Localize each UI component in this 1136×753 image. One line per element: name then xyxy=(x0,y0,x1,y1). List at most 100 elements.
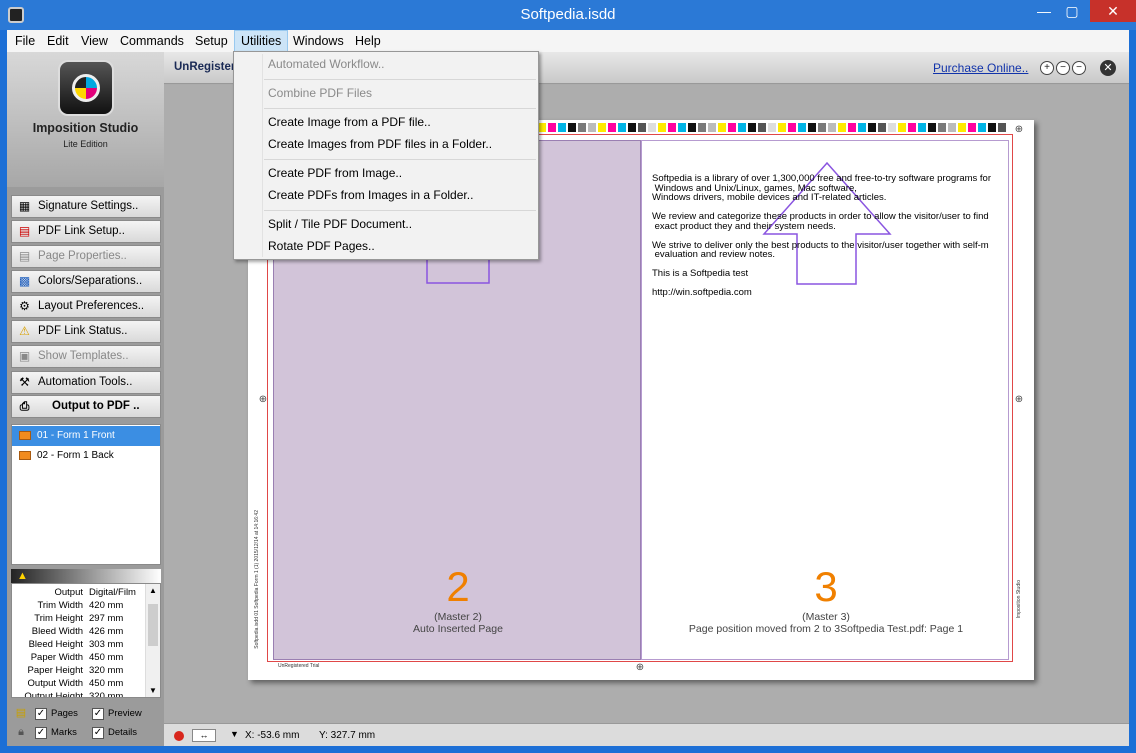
y-coordinate: Y: 327.7 mm xyxy=(319,730,376,741)
form-icon xyxy=(19,451,31,460)
details-checkbox[interactable]: ✓ Details xyxy=(92,726,137,740)
nav-label: Signature Settings.. xyxy=(38,200,139,212)
sheet-right-slug: Imposition Studio xyxy=(1016,580,1022,619)
info-row: Output Digital/Film xyxy=(54,587,136,598)
color-swatch xyxy=(908,123,916,132)
color-swatch xyxy=(958,123,966,132)
signature-settings-button[interactable]: ▦ Signature Settings.. xyxy=(11,195,161,218)
maximize-button[interactable]: ▢ xyxy=(1058,0,1086,22)
preview-checkbox[interactable]: ✓ Preview xyxy=(92,707,142,721)
create-pdf-from-image-item[interactable]: Create PDF from Image.. xyxy=(235,162,537,184)
pages-checkbox[interactable]: ✓ Pages xyxy=(35,707,78,721)
color-swatch xyxy=(788,123,796,132)
page-properties-button[interactable]: ▤ Page Properties.. xyxy=(11,245,161,268)
purchase-online-link[interactable]: Purchase Online.. xyxy=(933,61,1028,75)
combine-pdf-files-item[interactable]: Combine PDF Files xyxy=(235,82,537,104)
color-swatch xyxy=(758,123,766,132)
menu-setup[interactable]: Setup xyxy=(189,30,234,52)
pdf-link-status-button[interactable]: ⚠ PDF Link Status.. xyxy=(11,320,161,343)
split-tile-pdf-item[interactable]: Split / Tile PDF Document.. xyxy=(235,213,537,235)
menu-view[interactable]: View xyxy=(75,30,114,52)
color-swatch xyxy=(678,123,686,132)
menu-commands[interactable]: Commands xyxy=(114,30,190,52)
pdf-icon: ▤ xyxy=(18,224,31,238)
info-scrollbar[interactable]: ▲ ▼ xyxy=(145,584,160,697)
scroll-thumb[interactable] xyxy=(148,604,158,646)
menu-help[interactable]: Help xyxy=(349,30,387,52)
scroll-down-icon[interactable]: ▼ xyxy=(149,686,157,695)
close-document-icon[interactable]: ✕ xyxy=(1100,60,1116,76)
color-swatch xyxy=(998,123,1006,132)
rotate-pdf-pages-item[interactable]: Rotate PDF Pages.. xyxy=(235,235,537,257)
sheet-bottom-slug: UnRegistered Trial xyxy=(278,663,320,669)
notes-icon[interactable]: ▤ xyxy=(15,707,27,720)
create-image-from-pdf-item[interactable]: Create Image from a PDF file.. xyxy=(235,111,537,133)
show-templates-button[interactable]: ▣ Show Templates.. xyxy=(11,345,161,368)
color-swatch xyxy=(668,123,676,132)
close-window-button[interactable]: ✕ xyxy=(1090,0,1136,22)
client-area: Imposition Studio Lite Edition ▦ Signatu… xyxy=(7,52,1129,746)
registration-mark-icon: ⊕ xyxy=(1014,124,1024,135)
info-row: Output Width 450 mm xyxy=(27,678,124,689)
color-swatch xyxy=(558,123,566,132)
create-pdfs-from-images-item[interactable]: Create PDFs from Images in a Folder.. xyxy=(235,184,537,206)
pages-check[interactable]: ✓ xyxy=(35,708,47,720)
marks-label: Marks xyxy=(51,727,77,738)
scroll-up-icon[interactable]: ▲ xyxy=(149,586,157,595)
master-label: (Master 2) xyxy=(434,611,482,623)
info-row: Trim Width 420 mm xyxy=(37,600,124,611)
automated-workflow-item[interactable]: Automated Workflow.. xyxy=(235,53,537,75)
layout-preferences-button[interactable]: ⚙ Layout Preferences.. xyxy=(11,295,161,318)
nav-label: PDF Link Setup.. xyxy=(38,225,125,237)
color-swatch xyxy=(818,123,826,132)
color-swatch xyxy=(728,123,736,132)
logo-title: Imposition Studio xyxy=(32,121,139,135)
zoom-out-icon[interactable]: − xyxy=(1072,61,1086,75)
color-swatch xyxy=(708,123,716,132)
zoom-fit-icon[interactable]: − xyxy=(1056,61,1070,75)
output-to-pdf-button[interactable]: ⎙ Output to PDF .. xyxy=(11,395,161,418)
page-number: 2 xyxy=(446,563,470,610)
minimize-button[interactable]: — xyxy=(1030,0,1058,22)
page-3[interactable]: Softpedia is a library of over 1,300,000… xyxy=(641,140,1009,660)
form-item-02[interactable]: 02 - Form 1 Back xyxy=(12,446,160,466)
info-row: Paper Height 320 mm xyxy=(27,665,124,676)
color-swatch xyxy=(968,123,976,132)
menu-windows[interactable]: Windows xyxy=(287,30,350,52)
title-bar: Softpedia.isdd — ▢ ✕ xyxy=(0,0,1136,30)
lock-icon[interactable]: 🔒︎ xyxy=(15,726,27,739)
info-row: Bleed Height 303 mm xyxy=(28,639,124,650)
color-swatch xyxy=(638,123,646,132)
color-swatch xyxy=(588,123,596,132)
pan-tool-icon[interactable]: ↔ xyxy=(192,729,216,742)
status-bar: ↔ ▼ X: -53.6 mm Y: 327.7 mm xyxy=(164,723,1129,746)
pdf-link-setup-button[interactable]: ▤ PDF Link Setup.. xyxy=(11,220,161,243)
pages-label: Pages xyxy=(51,708,78,719)
create-images-from-folder-item[interactable]: Create Images from PDF files in a Folder… xyxy=(235,133,537,155)
marks-check[interactable]: ✓ xyxy=(35,727,47,739)
colors-separations-button[interactable]: ▩ Colors/Separations.. xyxy=(11,270,161,293)
marks-checkbox[interactable]: ✓ Marks xyxy=(35,726,77,740)
info-box: Output Digital/Film Trim Width 420 mm Trim… xyxy=(11,583,161,698)
automation-tools-button[interactable]: ⚒ Automation Tools.. xyxy=(11,371,161,394)
preview-check[interactable]: ✓ xyxy=(92,708,104,720)
menu-separator xyxy=(264,79,536,80)
color-swatch xyxy=(658,123,666,132)
form-icon xyxy=(19,431,31,440)
menu-edit[interactable]: Edit xyxy=(41,30,75,52)
color-swatch xyxy=(598,123,606,132)
form-item-01[interactable]: 01 - Form 1 Front xyxy=(12,426,160,446)
details-check[interactable]: ✓ xyxy=(92,727,104,739)
color-control-bar xyxy=(538,123,1010,132)
nav-label: Colors/Separations.. xyxy=(38,275,143,287)
nav-label: Page Properties.. xyxy=(38,250,127,262)
color-swatch xyxy=(628,123,636,132)
color-swatch xyxy=(858,123,866,132)
menu-utilities[interactable]: Utilities xyxy=(234,30,289,52)
menu-file[interactable]: File xyxy=(9,30,41,52)
templates-icon: ▣ xyxy=(18,349,31,363)
record-icon[interactable] xyxy=(174,731,184,741)
zoom-in-icon[interactable]: + xyxy=(1040,61,1054,75)
dropdown-arrow-icon[interactable]: ▼ xyxy=(230,729,239,739)
info-header[interactable]: ▲ xyxy=(11,569,161,583)
